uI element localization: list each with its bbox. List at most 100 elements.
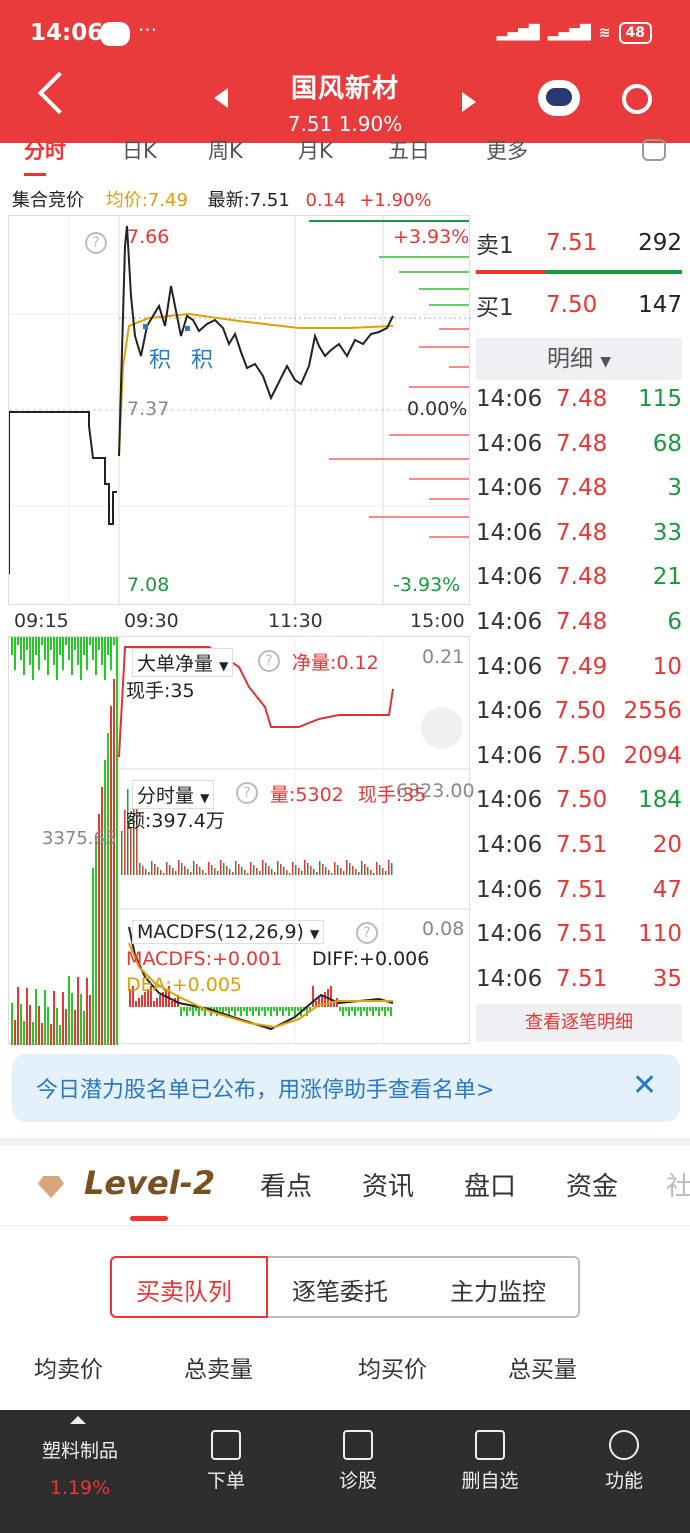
- buy-1-row[interactable]: 买1 7.50 147: [476, 276, 682, 334]
- settings-icon[interactable]: [642, 139, 666, 161]
- auction-volume-bar: [74, 637, 76, 650]
- depth-bar: [369, 516, 469, 518]
- macd-name: MACDFS(12,26,9): [137, 921, 304, 943]
- macd-bar: [339, 1007, 341, 1011]
- tab-intraday[interactable]: 分时: [24, 135, 66, 165]
- next-stock-icon[interactable]: [462, 92, 476, 112]
- tab-community[interactable]: 社: [666, 1166, 690, 1203]
- macd-bar: [294, 1007, 296, 1016]
- volume-selector[interactable]: 分时量 ▼: [132, 780, 215, 809]
- macd-bar: [141, 995, 143, 1007]
- marker-dot: [143, 324, 148, 329]
- marker-dot: [185, 326, 190, 331]
- tab-five-day[interactable]: 五日: [388, 135, 430, 165]
- macd-bar: [369, 1007, 371, 1011]
- auction-volume-bar: [71, 637, 73, 675]
- sell-1-price: 7.51: [546, 230, 598, 256]
- auction-volume-bar: [59, 1025, 61, 1045]
- depth-bar: [429, 304, 469, 306]
- volume-bar: [199, 867, 201, 875]
- tick-volume: 33: [652, 519, 682, 546]
- order-document-icon: [211, 1430, 241, 1460]
- macd-bar: [312, 986, 314, 1007]
- volume-bar: [226, 866, 228, 875]
- search-icon[interactable]: [622, 84, 652, 114]
- nav-diagnose-label: 诊股: [338, 1470, 377, 1492]
- volume-bar: [298, 868, 300, 875]
- quote-info-line: 集合竞价 均价:7.49 最新:7.51 0.14 +1.90%: [12, 186, 432, 212]
- tab-weekly-k[interactable]: 周K: [208, 135, 243, 165]
- segment-queue[interactable]: 买卖队列: [136, 1272, 232, 1307]
- detail-dropdown[interactable]: 明细 ▼: [476, 338, 682, 380]
- nav-order[interactable]: 下单: [166, 1430, 286, 1493]
- tab-capital[interactable]: 资金: [566, 1166, 618, 1203]
- volume-bar: [307, 863, 309, 875]
- tab-level2[interactable]: Level-2: [84, 1164, 215, 1202]
- tab-news[interactable]: 资讯: [362, 1166, 414, 1203]
- volume-bar: [268, 866, 270, 875]
- expand-icon[interactable]: [421, 707, 463, 749]
- segment-main-monitor[interactable]: 主力监控: [450, 1272, 546, 1307]
- nav-functions[interactable]: 功能: [564, 1430, 684, 1493]
- macd-selector[interactable]: MACDFS(12,26,9) ▼: [132, 920, 325, 944]
- battery-icon: 48: [618, 22, 652, 44]
- close-icon[interactable]: ✕: [632, 1068, 657, 1103]
- tab-monthly-k[interactable]: 月K: [298, 135, 333, 165]
- last-label: 最新:: [207, 190, 250, 211]
- auction-volume-bar: [50, 1024, 52, 1045]
- avg-price: 7.49: [147, 190, 188, 211]
- macd-bar: [171, 1001, 173, 1007]
- macd-bar: [225, 1007, 227, 1011]
- macd-bar: [378, 1007, 380, 1016]
- macd-bar: [360, 1007, 362, 1016]
- volume-bar: [169, 865, 171, 875]
- auction-volume-bar: [11, 1003, 13, 1045]
- view-detail-button[interactable]: 查看逐笔明细: [476, 1004, 682, 1042]
- chevron-down-icon: ▼: [600, 354, 612, 370]
- high-pct-label: +3.93%: [393, 226, 470, 248]
- macd-bar: [153, 1001, 155, 1007]
- auction-volume-bar: [56, 1008, 58, 1045]
- help-icon[interactable]: ?: [258, 650, 280, 672]
- depth-bar: [419, 346, 469, 348]
- macd-bar: [348, 1007, 350, 1016]
- tick-volume: 115: [638, 386, 682, 412]
- macd-axis-value: 0.08: [422, 918, 465, 940]
- volume-bar: [286, 870, 288, 875]
- nav-diagnose[interactable]: 诊股: [298, 1430, 418, 1493]
- robot-assistant-icon[interactable]: [538, 80, 580, 116]
- tick-volume: 20: [652, 832, 682, 858]
- tick-time: 14:06: [476, 742, 543, 769]
- big-order-selector[interactable]: 大单净量 ▼: [132, 648, 234, 677]
- volume-bar: [220, 860, 222, 875]
- last-price: 7.51: [249, 190, 290, 211]
- tab-daily-k[interactable]: 日K: [122, 135, 157, 165]
- segment-order-flow[interactable]: 逐笔委托: [292, 1272, 388, 1307]
- help-icon[interactable]: ?: [236, 782, 258, 804]
- volume-bar: [310, 866, 312, 875]
- promo-banner[interactable]: 今日潜力股名单已公布，用涨停助手查看名单> ✕: [12, 1054, 680, 1122]
- signal-icon-2: ▂▄▆█: [547, 25, 591, 41]
- macd-bar: [186, 1007, 188, 1016]
- price-line: [118, 225, 394, 457]
- tick-price: 7.51: [556, 921, 608, 948]
- auction-volume-bar: [65, 637, 67, 645]
- auction-volume-bar: [110, 706, 112, 1045]
- volume-bar: [271, 869, 273, 875]
- volume-bar: [253, 865, 255, 875]
- help-icon[interactable]: ?: [85, 232, 107, 254]
- intraday-price-chart[interactable]: ? 7.66 +3.93% 7.37 0.00% 7.08 -3.93% 积 积: [8, 215, 471, 606]
- macd-bar: [237, 1007, 239, 1011]
- volume-bar: [139, 863, 141, 875]
- nav-sector[interactable]: 塑料制品 1.19%: [20, 1436, 140, 1499]
- tab-highlights[interactable]: 看点: [260, 1166, 312, 1203]
- tab-order-book[interactable]: 盘口: [464, 1166, 516, 1203]
- volume-bar: [238, 864, 240, 875]
- sell-1-row[interactable]: 卖1 7.51 292: [476, 216, 682, 274]
- tab-more[interactable]: 更多: [486, 135, 528, 165]
- nav-remove-watchlist[interactable]: 删自选: [430, 1430, 550, 1493]
- depth-bar: [439, 328, 469, 330]
- macd-bar: [249, 1007, 251, 1011]
- auction-volume-bar: [80, 637, 82, 680]
- help-icon[interactable]: ?: [356, 922, 378, 944]
